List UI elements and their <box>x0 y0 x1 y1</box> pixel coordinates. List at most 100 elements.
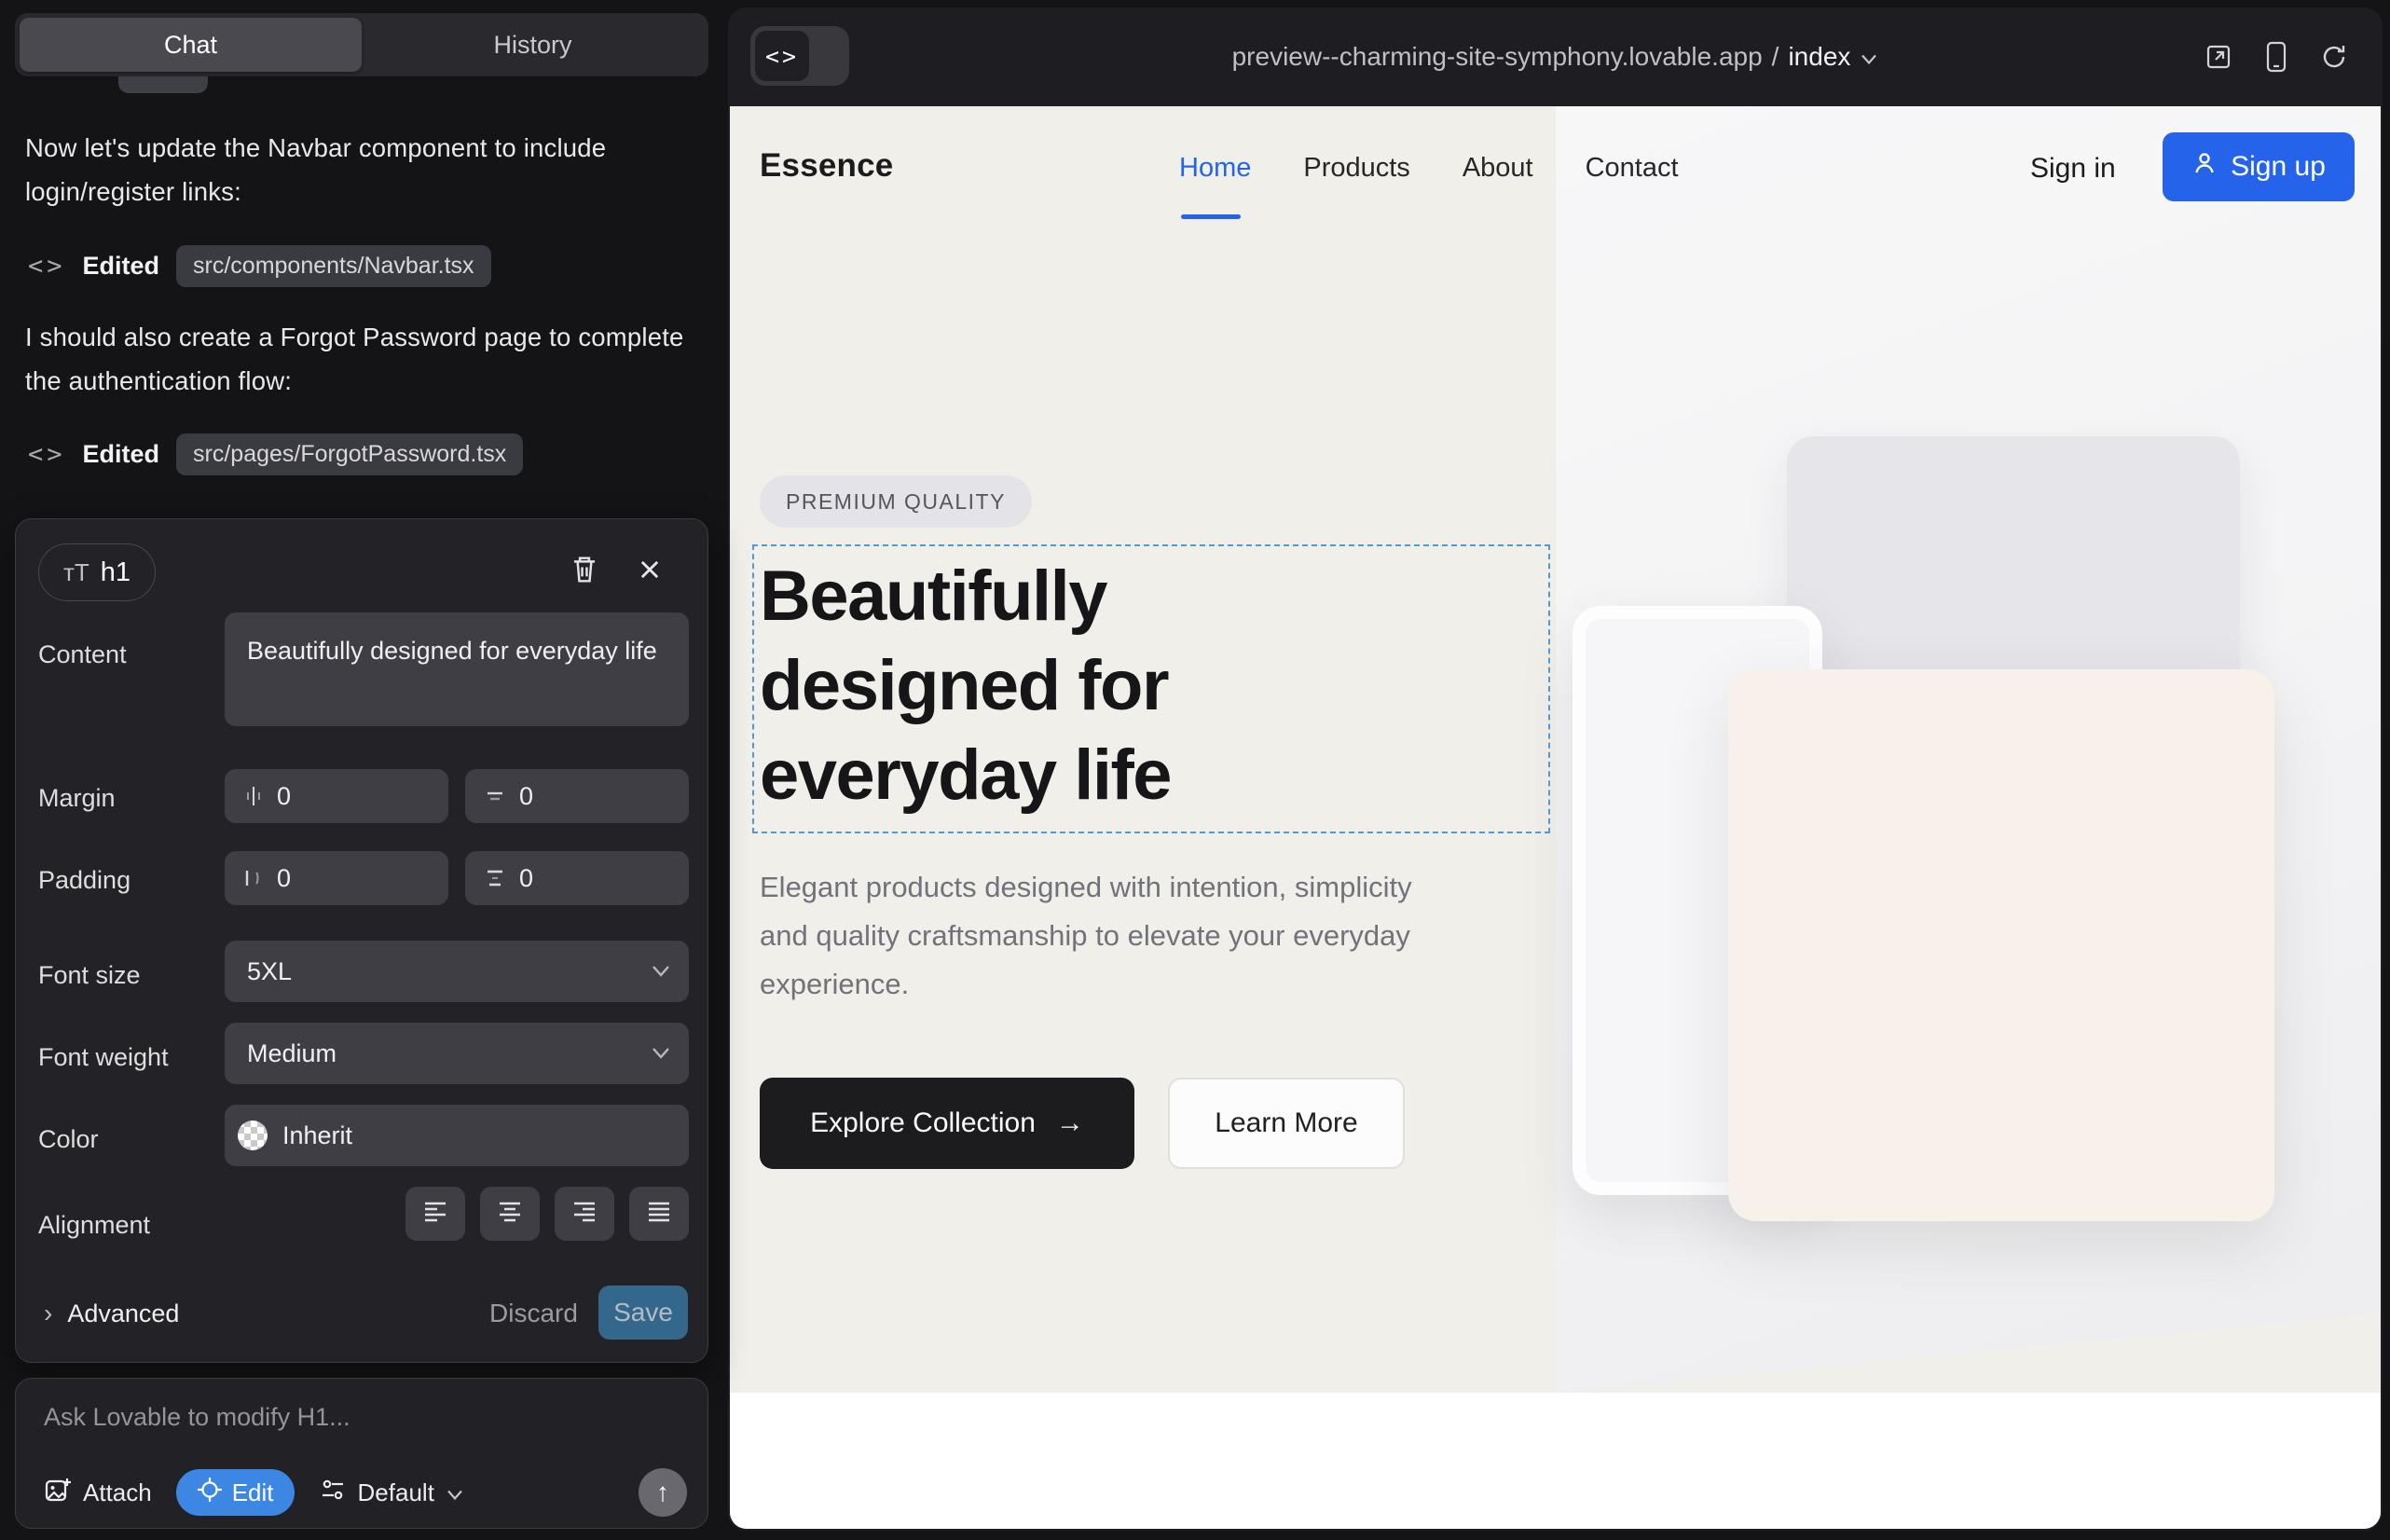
arrow-right-icon: → <box>1056 1107 1084 1139</box>
margin-label: Margin <box>38 784 116 813</box>
code-icon: <> <box>28 440 66 469</box>
font-weight-label: Font weight <box>38 1043 169 1072</box>
nav-link-products[interactable]: Products <box>1303 153 1409 184</box>
align-left-button[interactable] <box>405 1187 465 1241</box>
nav-link-about[interactable]: About <box>1463 153 1533 184</box>
url-bar[interactable]: preview--charming-site-symphony.lovable.… <box>728 7 2383 106</box>
attach-image-icon <box>44 1476 72 1510</box>
close-icon <box>637 557 663 587</box>
padding-y-value: 0 <box>519 864 533 893</box>
attach-button[interactable]: Attach <box>44 1476 152 1510</box>
edited-label: Edited <box>83 440 160 469</box>
mobile-preview-icon[interactable] <box>2265 41 2287 73</box>
app-root: Chat History Now let's update the Navbar… <box>0 0 2390 1540</box>
padding-x-input[interactable]: 0 <box>225 851 448 905</box>
font-size-value: 5XL <box>247 957 292 986</box>
nav-links: Home Products About Contact <box>1179 153 1679 184</box>
default-label: Default <box>358 1478 434 1507</box>
heading-line: everyday life <box>760 736 1171 815</box>
content-field[interactable]: Beautifully designed for everyday life <box>225 612 689 726</box>
url-page: index <box>1788 42 1850 72</box>
tab-chat[interactable]: Chat <box>20 18 362 72</box>
open-external-icon[interactable] <box>2204 42 2233 72</box>
edited-label: Edited <box>83 252 160 281</box>
chevron-down-icon <box>650 1046 672 1061</box>
learn-more-button[interactable]: Learn More <box>1168 1078 1405 1169</box>
element-editor-panel: тT h1 Content Beautifully designed for e… <box>15 518 708 1363</box>
edited-file-row: <> Edited src/pages/ForgotPassword.tsx <box>28 433 523 475</box>
chevron-down-icon <box>446 1478 464 1507</box>
section-below-hero <box>730 1393 2381 1529</box>
chevron-down-icon <box>1860 42 1878 72</box>
code-icon: <> <box>28 252 66 281</box>
margin-y-value: 0 <box>519 782 533 811</box>
edited-file-row: <> Edited src/components/Navbar.tsx <box>28 244 491 287</box>
chevron-right-icon: › <box>44 1299 52 1328</box>
user-icon <box>2191 150 2218 184</box>
font-weight-value: Medium <box>247 1039 337 1068</box>
url-separator: / <box>1772 42 1779 72</box>
attach-label: Attach <box>83 1478 152 1507</box>
margin-x-value: 0 <box>277 782 291 811</box>
margin-horizontal-icon <box>243 785 264 807</box>
color-label: Color <box>38 1125 99 1154</box>
font-size-select[interactable]: 5XL <box>225 941 689 1002</box>
decor-card-cream <box>1728 669 2274 1221</box>
sliders-icon <box>319 1477 347 1509</box>
padding-horizontal-icon <box>243 867 264 889</box>
delete-element-button[interactable] <box>564 551 605 592</box>
preview-window: <> preview--charming-site-symphony.lovab… <box>728 7 2383 1531</box>
heading-line: Beautifully <box>760 557 1106 636</box>
edit-label: Edit <box>232 1478 274 1507</box>
padding-label: Padding <box>38 866 130 895</box>
align-right-button[interactable] <box>555 1187 614 1241</box>
url-host: preview--charming-site-symphony.lovable.… <box>1232 42 1763 72</box>
site-viewport: Essence Home Products About Contact Sign… <box>730 106 2381 1529</box>
selected-element-tag: тT h1 <box>38 543 156 601</box>
hero-heading[interactable]: Beautifully designed for everyday life <box>760 552 1338 819</box>
margin-x-input[interactable]: 0 <box>225 769 448 823</box>
nav-link-home[interactable]: Home <box>1179 153 1251 184</box>
model-default-select[interactable]: Default <box>319 1477 464 1509</box>
browser-chrome: <> preview--charming-site-symphony.lovab… <box>728 7 2383 106</box>
sidebar-tabs: Chat History <box>15 13 708 76</box>
sign-up-button[interactable]: Sign up <box>2163 132 2355 201</box>
trash-icon <box>570 555 598 589</box>
align-right-icon <box>570 1199 598 1230</box>
typography-icon: тT <box>63 558 89 587</box>
color-select[interactable]: Inherit <box>225 1105 689 1166</box>
content-label: Content <box>38 640 127 669</box>
hero-cta-row: Explore Collection → Learn More <box>760 1078 1405 1169</box>
advanced-label: Advanced <box>67 1299 179 1328</box>
tab-history[interactable]: History <box>362 18 704 72</box>
margin-y-input[interactable]: 0 <box>465 769 689 823</box>
align-center-button[interactable] <box>480 1187 540 1241</box>
send-button[interactable]: ↑ <box>639 1468 687 1517</box>
browser-actions <box>2204 7 2349 106</box>
margin-vertical-icon <box>484 786 506 806</box>
font-weight-select[interactable]: Medium <box>225 1023 689 1084</box>
save-button[interactable]: Save <box>598 1286 688 1340</box>
refresh-icon[interactable] <box>2319 42 2349 72</box>
close-panel-button[interactable] <box>629 551 670 592</box>
premium-quality-badge: PREMIUM QUALITY <box>760 475 1032 528</box>
chat-input[interactable] <box>44 1403 650 1432</box>
edit-mode-button[interactable]: Edit <box>176 1469 295 1516</box>
sign-in-link[interactable]: Sign in <box>2030 153 2116 185</box>
align-justify-button[interactable] <box>629 1187 689 1241</box>
composer-controls: Attach Edit Default <box>44 1468 464 1517</box>
align-center-icon <box>496 1199 524 1230</box>
explore-collection-label: Explore Collection <box>810 1107 1036 1139</box>
arrow-up-icon: ↑ <box>656 1478 669 1507</box>
hero-description: Elegant products designed with intention… <box>760 863 1412 1009</box>
discard-button[interactable]: Discard <box>489 1299 578 1328</box>
advanced-toggle[interactable]: › Advanced <box>44 1299 179 1328</box>
element-tag-label: h1 <box>101 557 130 588</box>
padding-vertical-icon <box>484 867 506 889</box>
padding-y-input[interactable]: 0 <box>465 851 689 905</box>
explore-collection-button[interactable]: Explore Collection → <box>760 1078 1134 1169</box>
edited-file-chip[interactable]: src/components/Navbar.tsx <box>176 245 491 287</box>
site-logo[interactable]: Essence <box>760 147 893 185</box>
nav-link-contact[interactable]: Contact <box>1586 153 1679 184</box>
edited-file-chip[interactable]: src/pages/ForgotPassword.tsx <box>176 433 523 475</box>
